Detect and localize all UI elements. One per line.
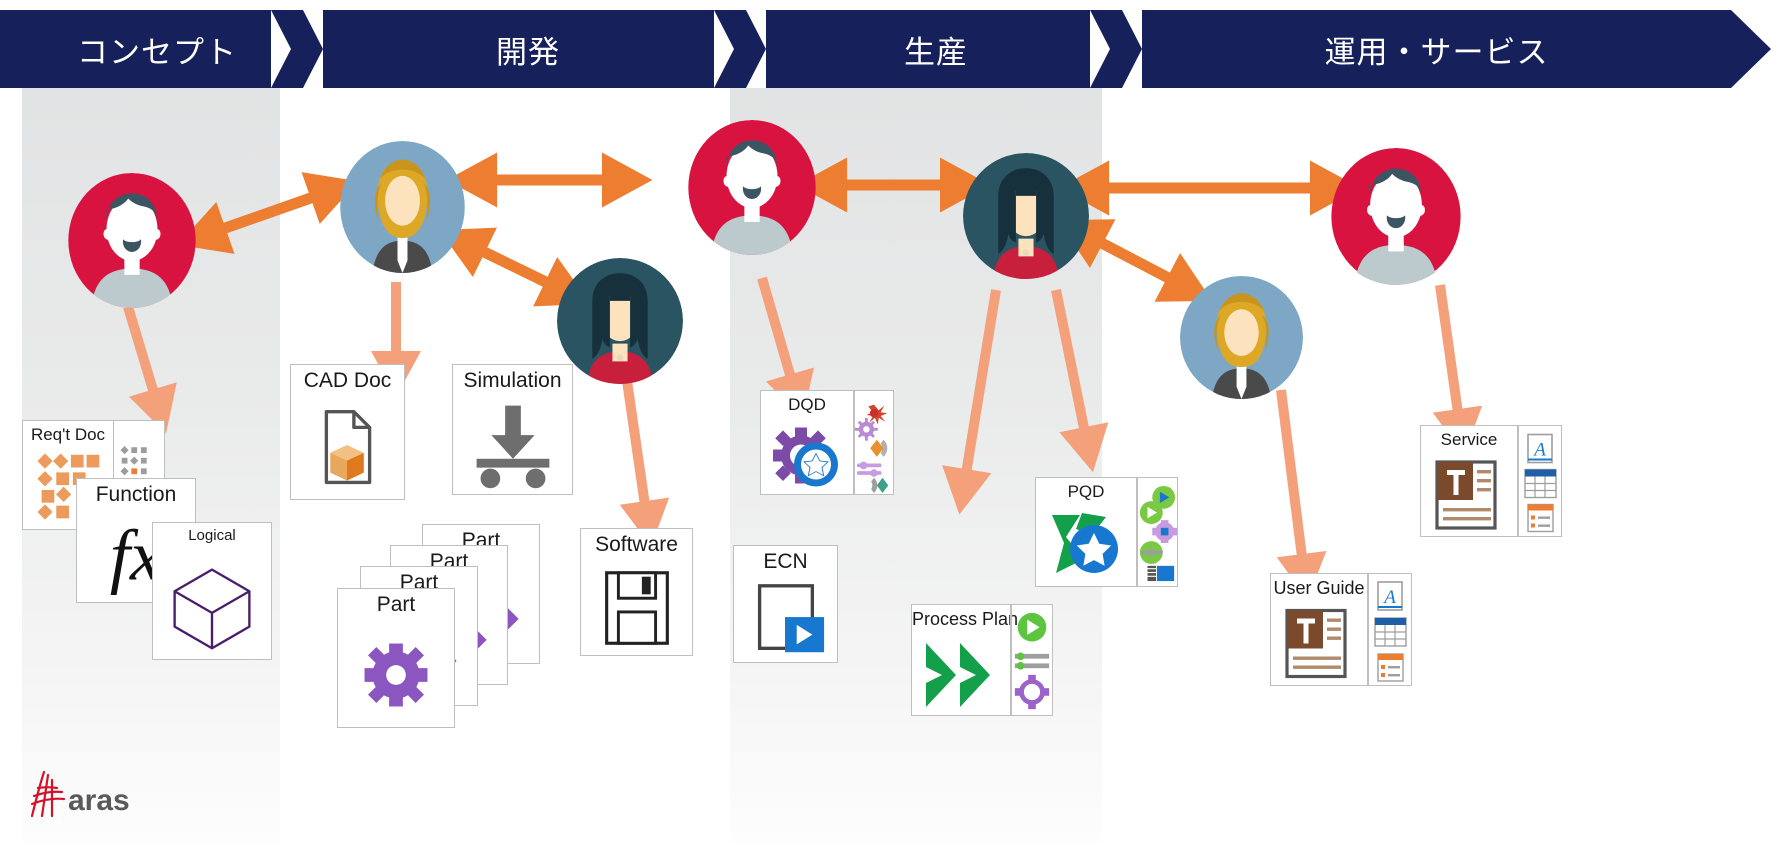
artifact-card-pqd[interactable]: PQD (1035, 477, 1178, 587)
artifact-card-user-guide[interactable]: User Guide A (1270, 573, 1412, 686)
stage-operation-service[interactable]: 運用・サービス (1142, 10, 1731, 88)
persona-service-technician[interactable] (1180, 276, 1303, 399)
green-chevrons-icon (912, 635, 1010, 715)
simulation-load-icon (453, 397, 572, 494)
artifact-label-reqt-doc: Req't Doc (30, 425, 106, 444)
artifact-label-software: Software (595, 533, 678, 556)
dqd-side-icons (855, 395, 893, 494)
artifact-label-user-guide: User Guide (1273, 578, 1365, 598)
chevron-separator-2-icon (714, 10, 766, 88)
svg-text:A: A (1532, 440, 1546, 461)
text-document-icon (1271, 604, 1367, 685)
logical-cube-icon (153, 551, 271, 659)
artifact-label-logical: Logical (188, 527, 236, 544)
process-plan-side-icons (1012, 608, 1052, 715)
stage-production[interactable]: 生産 (766, 10, 1106, 88)
artifact-card-ecn[interactable]: ECN (733, 545, 838, 663)
persona-design-engineer[interactable] (340, 141, 465, 273)
artifact-label-service: Service (1440, 430, 1498, 449)
chevron-separator-1-icon (271, 10, 323, 88)
artifact-card-service[interactable]: Service A (1420, 425, 1562, 537)
artifact-label-part-1: Part (376, 593, 416, 616)
stage-concept[interactable]: コンセプト (22, 10, 292, 88)
artifact-card-software[interactable]: Software (580, 528, 693, 656)
service-side-icons: A (1519, 429, 1561, 536)
persona-service-manager[interactable] (1328, 148, 1464, 285)
artifact-label-function: Function (95, 483, 177, 506)
persona-concept-engineer[interactable] (68, 173, 196, 308)
artifact-label-cad-doc: CAD Doc (303, 369, 392, 392)
artifact-label-dqd: DQD (788, 395, 826, 414)
artifact-card-part-1[interactable]: Part (337, 588, 455, 728)
artifact-card-dqd[interactable]: DQD (760, 390, 894, 495)
floppy-disk-icon (581, 563, 692, 655)
artifact-card-simulation[interactable]: Simulation (452, 364, 573, 495)
text-document-icon (1421, 456, 1517, 536)
persona-manufacturing-engineer[interactable] (688, 120, 816, 255)
user-guide-side-icons: A (1369, 577, 1411, 685)
document-play-icon (734, 578, 837, 662)
stage-development-label: 開発 (496, 34, 560, 70)
stage-development[interactable]: 開発 (323, 10, 733, 88)
svg-text:aras: aras (68, 784, 130, 817)
artifact-label-ecn: ECN (763, 550, 808, 573)
stage-production-label: 生産 (904, 34, 968, 70)
artifact-label-simulation: Simulation (463, 369, 562, 392)
cad-document-icon (291, 399, 404, 499)
stage-header-bar: コンセプト 開発 生産 運用・サービス (0, 10, 1771, 88)
stage-operation-service-label: 運用・サービス (1324, 34, 1549, 70)
pqd-side-icons (1138, 481, 1177, 586)
artifact-card-logical[interactable]: Logical (152, 522, 272, 660)
header-right-arrow-cap-icon (1731, 10, 1771, 88)
svg-text:A: A (1382, 587, 1396, 608)
header-left-cap (0, 10, 22, 88)
green-flow-star-icon (1036, 506, 1136, 586)
artifact-label-pqd: PQD (1067, 482, 1105, 501)
part-gear-icon (338, 623, 454, 727)
stage-concept-label: コンセプト (77, 34, 237, 70)
persona-production-planner[interactable] (963, 153, 1089, 279)
gear-star-icon (761, 419, 853, 494)
artifact-card-cad-doc[interactable]: CAD Doc (290, 364, 405, 500)
persona-simulation-engineer[interactable] (557, 258, 683, 384)
aras-logo: aras (22, 766, 142, 820)
artifact-label-process-plan: Process Plan (912, 609, 1019, 629)
chevron-separator-3-icon (1090, 10, 1142, 88)
artifact-card-process-plan[interactable]: Process Plan (911, 604, 1053, 716)
